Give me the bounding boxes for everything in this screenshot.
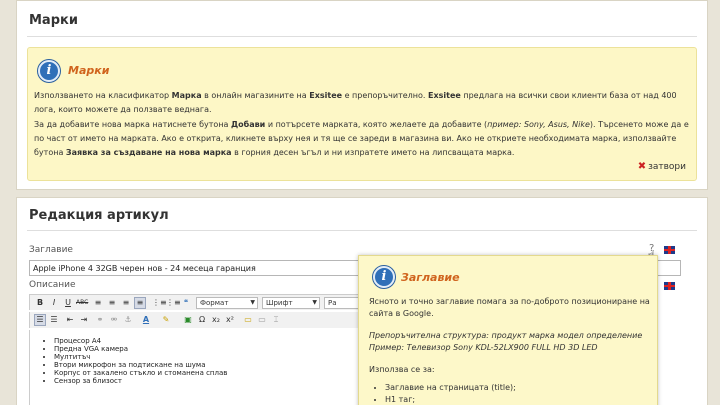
title-label: Заглавие: [29, 245, 73, 255]
font-select-label: Шрифт: [266, 299, 293, 307]
list-item: H1 таг;: [385, 394, 516, 405]
brands-notice: i Марки Използването на класификатор Мар…: [27, 47, 697, 181]
text-segment: в горния десен ъгъл и ни изпратете името…: [231, 148, 515, 157]
uk-flag-icon[interactable]: [664, 246, 675, 254]
notice-paragraph-1: Използването на класификатор Марка в онл…: [34, 89, 696, 117]
media-button[interactable]: ⌶: [270, 314, 282, 326]
info-icon: i: [373, 266, 395, 288]
unlink-icon[interactable]: ⚮: [108, 314, 120, 326]
list-item: Корпус от закалено стъкло и стоманена сп…: [54, 369, 227, 377]
tooltip-structure-text: Препоръчителна структура: продукт марка …: [369, 331, 643, 352]
description-list: Процесор A4 Предна VGA камера Мултитъч В…: [54, 337, 227, 385]
list-item: Предна VGA камера: [54, 345, 227, 353]
text-segment: Заявка за създаване на нова марка: [65, 148, 232, 157]
align-left-button[interactable]: ≡: [92, 297, 104, 309]
unordered-list-button[interactable]: ⋮≡: [152, 297, 167, 309]
list-item: Втори микрофон за подтискане на шума: [54, 361, 227, 369]
chevron-down-icon: ▼: [312, 299, 317, 306]
blockquote-button[interactable]: ❝: [180, 297, 192, 309]
tooltip-text: Ясното и точно заглавие помага за по-доб…: [369, 297, 650, 318]
align-center-button[interactable]: ≡: [106, 297, 118, 309]
uk-flag-icon[interactable]: [664, 282, 675, 290]
image-button[interactable]: ▣: [182, 314, 194, 326]
font-select[interactable]: Шрифт ▼: [262, 297, 320, 309]
superscript-button[interactable]: x²: [224, 314, 236, 326]
text-segment: в онлайн магазините на: [201, 91, 310, 100]
close-label: затвори: [648, 162, 686, 172]
notice-paragraph-2: За да добавите нова марка натиснете буто…: [34, 118, 696, 160]
outdent-button[interactable]: ⇤: [64, 314, 76, 326]
special-char-button[interactable]: Ω: [196, 314, 208, 326]
highlight-button[interactable]: ✎: [160, 314, 172, 326]
format-select[interactable]: Формат ▼: [196, 297, 258, 309]
text-segment: пример: Sony, Asus, Nike: [487, 120, 590, 129]
italic-button[interactable]: I: [48, 297, 60, 309]
format-select-label: Формат: [200, 299, 229, 307]
tooltip-uses-list: Заглавие на страницата (title); H1 таг;: [385, 382, 516, 405]
bulleted-list-button[interactable]: ☰: [34, 314, 46, 326]
notice-title: Марки: [68, 64, 110, 77]
text-segment: Exsitee: [309, 91, 343, 100]
description-label: Описание: [29, 280, 76, 290]
bold-button[interactable]: B: [34, 297, 46, 309]
brands-panel: Марки i Марки Използването на класификат…: [16, 0, 708, 190]
subscript-button[interactable]: x₂: [210, 314, 222, 326]
close-notice-button[interactable]: ✖ затвори: [638, 161, 686, 172]
size-select-label: Ра: [328, 299, 337, 307]
align-right-button[interactable]: ≡: [120, 297, 132, 309]
table-button[interactable]: ▭: [256, 314, 268, 326]
text-segment: Exsitee: [427, 91, 461, 100]
text-segment: Добави: [231, 120, 266, 129]
text-color-button[interactable]: A: [140, 314, 152, 326]
align-justify-button[interactable]: ≡: [134, 297, 146, 309]
indent-button[interactable]: ⇥: [78, 314, 90, 326]
edit-section-title: Редакция артикул: [29, 208, 169, 223]
text-segment: е препоръчително.: [342, 91, 428, 100]
text-segment: Марка: [171, 91, 202, 100]
ordered-list-button[interactable]: ⋮≡: [166, 297, 181, 309]
edit-icon[interactable]: ▭: [242, 314, 254, 326]
list-item: Заглавие на страницата (title);: [385, 382, 516, 394]
list-item: Сензор за близост: [54, 377, 227, 385]
underline-button[interactable]: U: [62, 297, 74, 309]
info-icon: i: [38, 60, 60, 82]
list-item: Процесор A4: [54, 337, 227, 345]
divider: [27, 36, 697, 37]
divider: [27, 230, 697, 231]
tooltip-title: Заглавие: [401, 271, 460, 284]
list-item: Мултитъч: [54, 353, 227, 361]
link-icon[interactable]: ⚭: [94, 314, 106, 326]
strikethrough-button[interactable]: ABC: [76, 297, 88, 309]
title-help-tooltip: i Заглавие Ясното и точно заглавие помаг…: [358, 255, 658, 405]
brands-section-title: Марки: [29, 13, 78, 28]
numbered-list-button[interactable]: ☰: [48, 314, 60, 326]
close-x-icon: ✖: [637, 161, 647, 172]
text-segment: и потърсете марката, която желаете да до…: [265, 120, 488, 129]
chevron-down-icon: ▼: [250, 299, 255, 306]
text-segment: За да добавите нова марка натиснете буто…: [34, 120, 231, 129]
tooltip-uses-heading: Използва се за:: [369, 365, 435, 374]
anchor-icon[interactable]: ⚓: [122, 314, 134, 326]
text-segment: Използването на класификатор: [34, 91, 172, 100]
